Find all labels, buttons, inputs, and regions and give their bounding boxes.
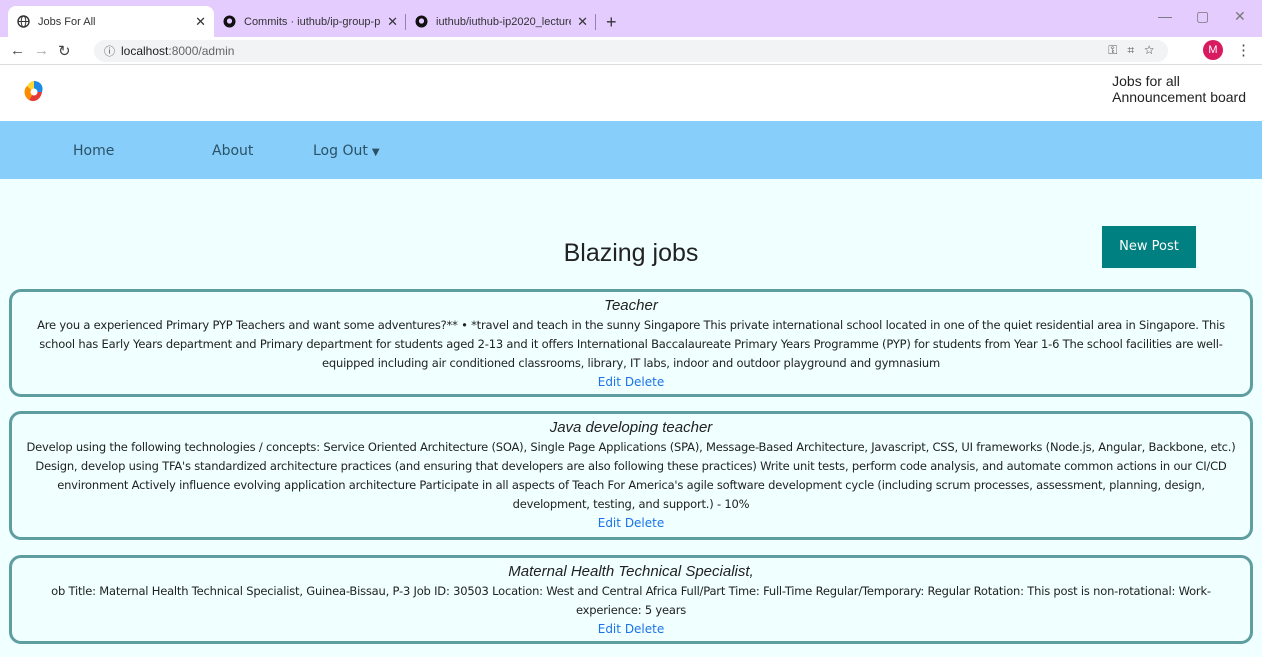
tagline-line-1: Jobs for all (1112, 73, 1180, 89)
close-tab-icon[interactable]: ✕ (577, 14, 588, 30)
url-field[interactable]: ⓘ localhost:8000/admin ⚿ ⌗ ☆ (94, 40, 1168, 62)
github-icon (222, 15, 236, 29)
tab-commits[interactable]: Commits · iuthub/ip-group-proje ✕ (214, 6, 406, 37)
post-actions: Edit Delete (24, 373, 1238, 391)
minimize-icon[interactable]: — (1158, 8, 1172, 24)
key-icon[interactable]: ⚿ (1108, 43, 1117, 57)
post-title: Teacher (604, 297, 658, 314)
nav-logout-label: Log Out (313, 143, 368, 159)
url-path: :8000/admin (168, 44, 235, 58)
tab-title: iuthub/iuthub-ip2020_lecture9_b (436, 15, 571, 28)
tab-title: Commits · iuthub/ip-group-proje (244, 15, 381, 28)
tab-jobs-for-all[interactable]: Jobs For All ✕ (8, 6, 214, 37)
post-title: Maternal Health Technical Specialist, (508, 563, 754, 580)
info-icon[interactable]: ⓘ (104, 43, 115, 59)
delete-link[interactable]: Delete (625, 516, 664, 530)
new-post-button[interactable]: New Post (1102, 226, 1196, 268)
reload-icon[interactable]: ↻ (58, 42, 71, 60)
close-window-icon[interactable]: ✕ (1234, 8, 1246, 25)
logo-icon[interactable] (20, 78, 48, 106)
maximize-icon[interactable]: ▢ (1196, 8, 1209, 25)
nav-logout-dropdown[interactable]: Log Out ▼ (313, 143, 380, 159)
post-title: Java developing teacher (549, 419, 713, 436)
post-actions: Edit Delete (24, 514, 1238, 532)
github-icon (414, 15, 428, 29)
delete-link[interactable]: Delete (625, 622, 664, 636)
caret-down-icon: ▼ (371, 147, 380, 158)
post-body: ob Title: Maternal Health Technical Spec… (51, 584, 1211, 617)
post-card: Maternal Health Technical Specialist, ob… (9, 555, 1253, 644)
globe-icon (16, 15, 30, 29)
nav-home[interactable]: Home (73, 143, 114, 159)
post-body: Are you a experienced Primary PYP Teache… (37, 318, 1225, 370)
close-tab-icon[interactable]: ✕ (195, 14, 206, 30)
translate-icon[interactable]: ⌗ (1127, 43, 1134, 57)
post-body: Develop using the following technologies… (26, 440, 1236, 511)
post-actions: Edit Delete (24, 620, 1238, 638)
main-navbar: Home About Log Out ▼ (0, 121, 1262, 179)
browser-tab-strip: Jobs For All ✕ Commits · iuthub/ip-group… (0, 0, 1262, 37)
nav-about[interactable]: About (212, 143, 253, 159)
tagline-line-2: Announcement board (1112, 89, 1246, 105)
edit-link[interactable]: Edit (598, 622, 621, 636)
more-menu-icon[interactable]: ⋮ (1236, 41, 1251, 59)
post-card: Teacher Are you a experienced Primary PY… (9, 289, 1253, 397)
close-tab-icon[interactable]: ✕ (387, 14, 398, 30)
edit-link[interactable]: Edit (598, 375, 621, 389)
delete-link[interactable]: Delete (625, 375, 664, 389)
page-title: Blazing jobs (563, 239, 699, 267)
post-card: Java developing teacher Develop using th… (9, 411, 1253, 540)
star-icon[interactable]: ☆ (1144, 43, 1154, 57)
url-host: localhost (121, 44, 169, 58)
profile-avatar[interactable]: M (1203, 40, 1223, 60)
forward-icon[interactable]: → (34, 42, 49, 59)
new-tab-icon[interactable]: + (606, 12, 617, 33)
site-header: Jobs for all Announcement board (0, 65, 1262, 121)
address-bar: ← → ↻ ⓘ localhost:8000/admin ⚿ ⌗ ☆ (0, 37, 1262, 65)
back-icon[interactable]: ← (10, 42, 25, 59)
edit-link[interactable]: Edit (598, 516, 621, 530)
tab-title: Jobs For All (38, 15, 96, 28)
site-tagline: Jobs for all Announcement board (1112, 73, 1246, 105)
tab-lecture[interactable]: iuthub/iuthub-ip2020_lecture9_b ✕ (406, 6, 596, 37)
